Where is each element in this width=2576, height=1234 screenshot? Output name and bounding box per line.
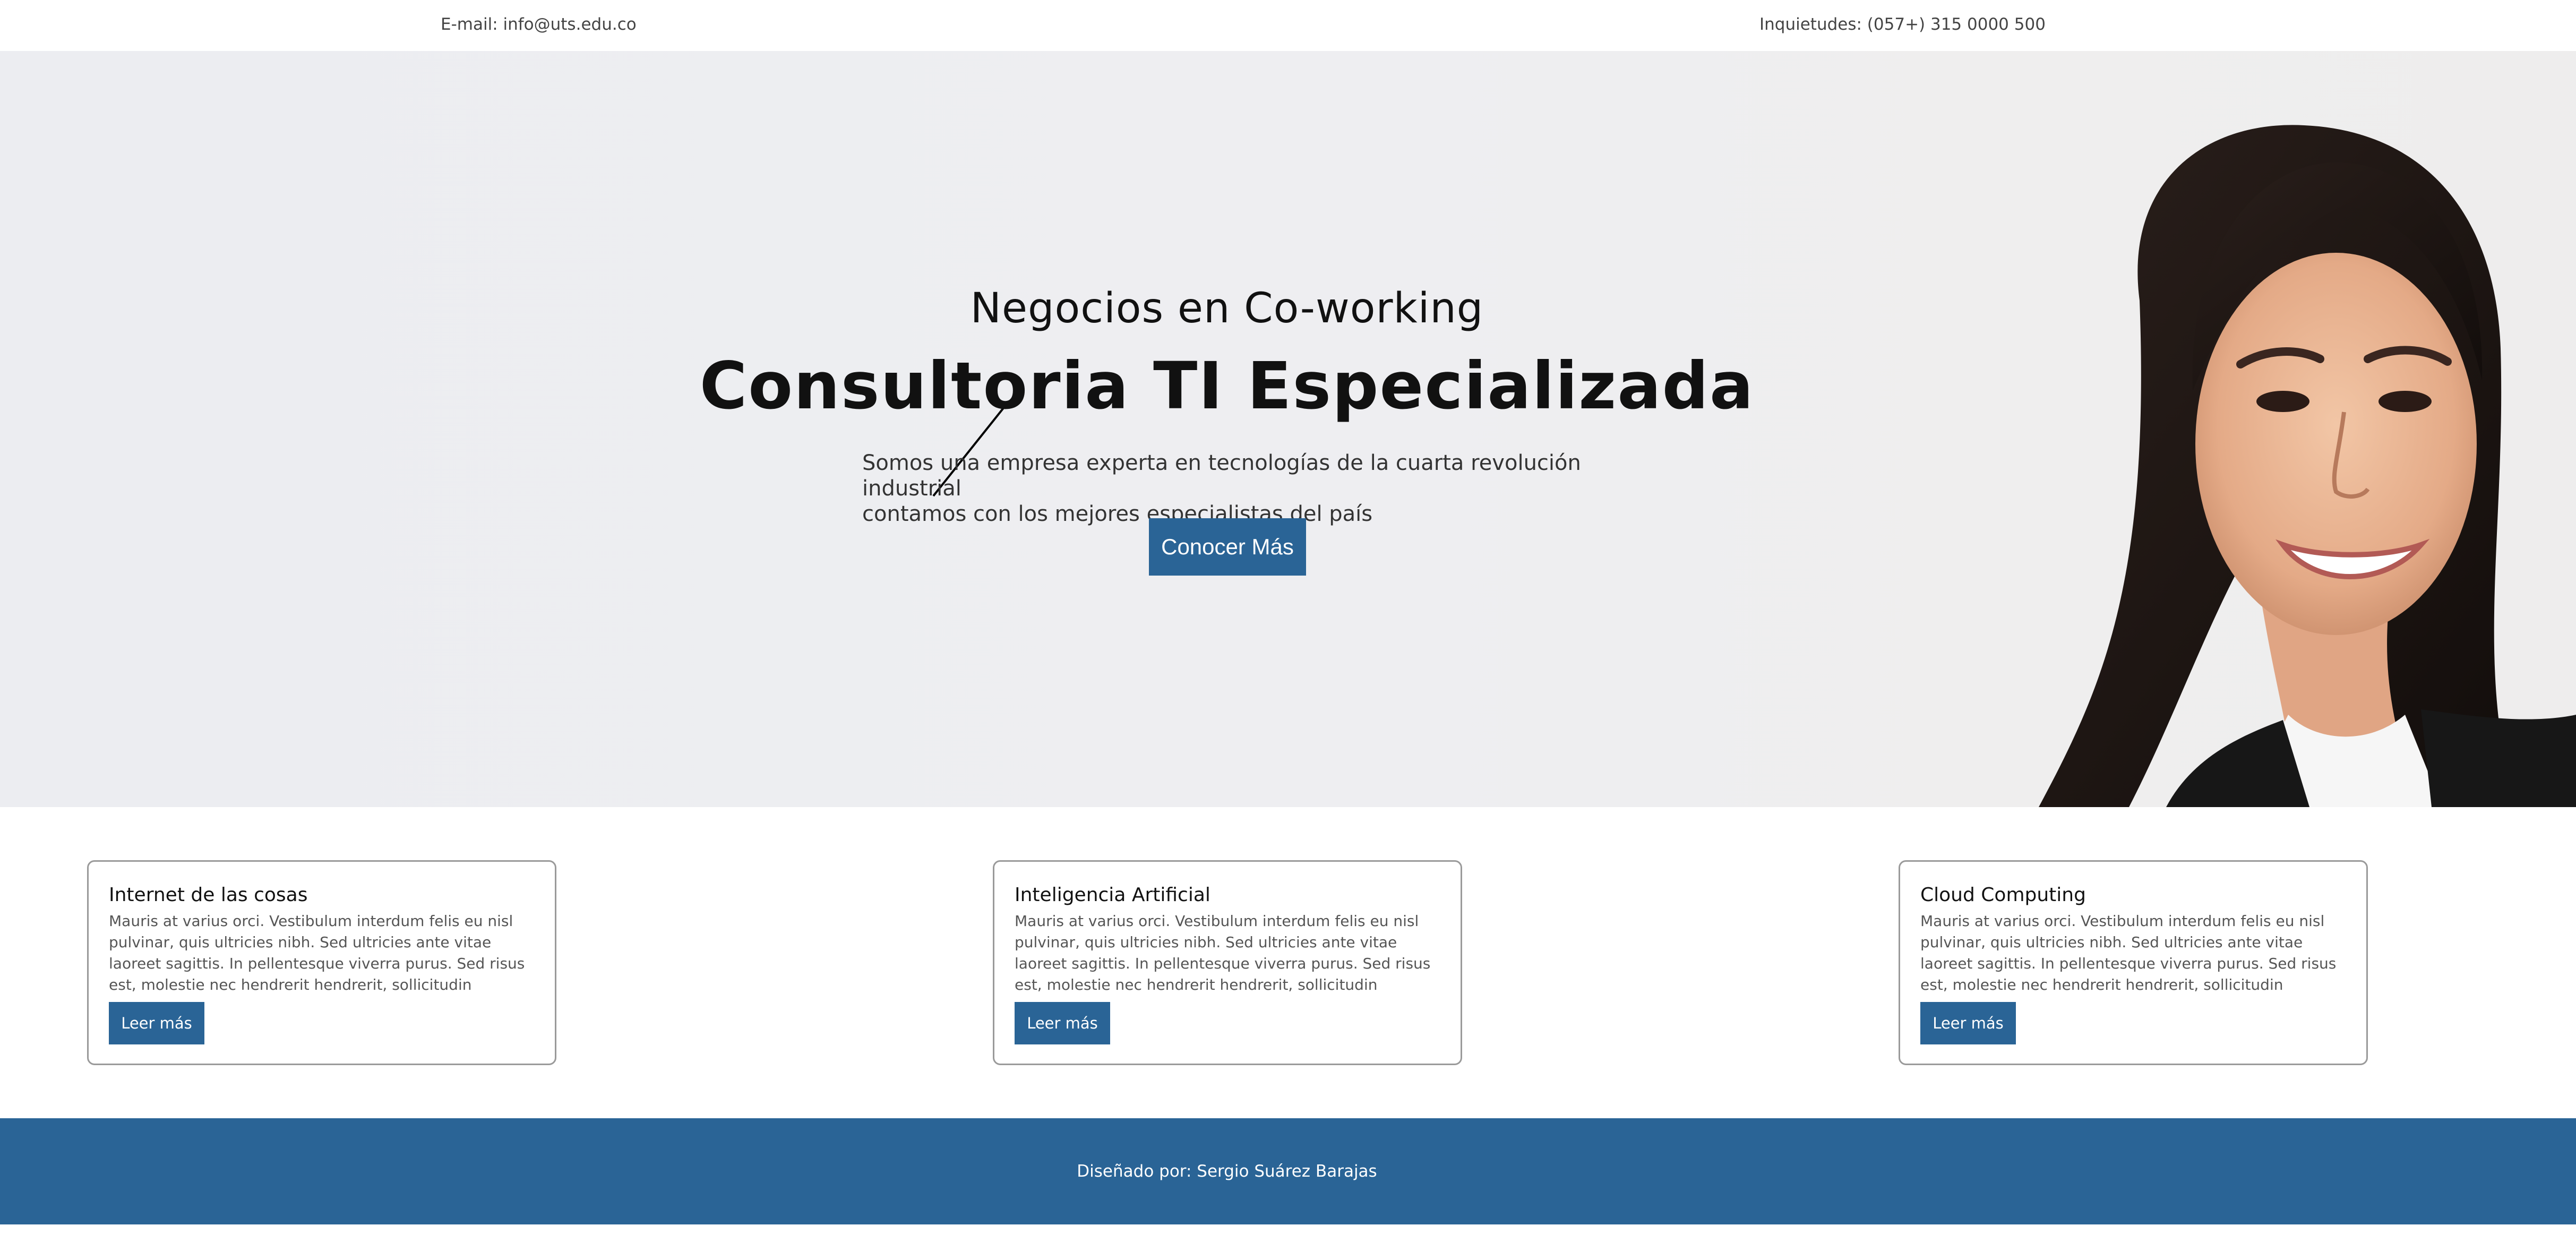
card-title: Inteligencia Artificial [1015,884,1210,906]
top-bar: E-mail: info@uts.edu.co Inquietudes: (05… [0,0,2576,51]
card-body: Mauris at varius orci. Vestibulum interd… [1920,912,2337,993]
learn-more-button[interactable]: Conocer Más [1149,518,1306,576]
hero-subtitle: Negocios en Co-working [970,285,1484,332]
hero-title: Consultoria TI Especializada [699,348,1755,424]
card-title: Cloud Computing [1920,884,2086,906]
hero-description-line-1: Somos una empresa experta en tecnologías… [862,451,1581,501]
pointer-stroke-decoration [932,400,1010,497]
designer-credit: Diseñado por: Sergio Suárez Barajas [1077,1162,1377,1181]
card-body: Mauris at varius orci. Vestibulum interd… [1015,912,1431,993]
card-body: Mauris at varius orci. Vestibulum interd… [109,912,525,993]
hero-section: Negocios en Co-working Consultoria TI Es… [0,51,2576,807]
service-card-ai: Inteligencia Artificial Mauris at varius… [993,860,1462,1065]
card-title: Internet de las cosas [109,884,308,906]
service-card-iot: Internet de las cosas Mauris at varius o… [87,860,556,1065]
contact-phone: Inquietudes: (057+) 315 0000 500 [1759,15,2046,34]
service-card-cloud: Cloud Computing Mauris at varius orci. V… [1899,860,2368,1065]
hero-description: Somos una empresa experta en tecnologías… [862,450,1659,527]
read-more-button[interactable]: Leer más [1920,1002,2016,1044]
read-more-button[interactable]: Leer más [109,1002,204,1044]
read-more-button[interactable]: Leer más [1015,1002,1110,1044]
page-footer: Diseñado por: Sergio Suárez Barajas [0,1118,2576,1224]
contact-email[interactable]: E-mail: info@uts.edu.co [441,15,637,34]
